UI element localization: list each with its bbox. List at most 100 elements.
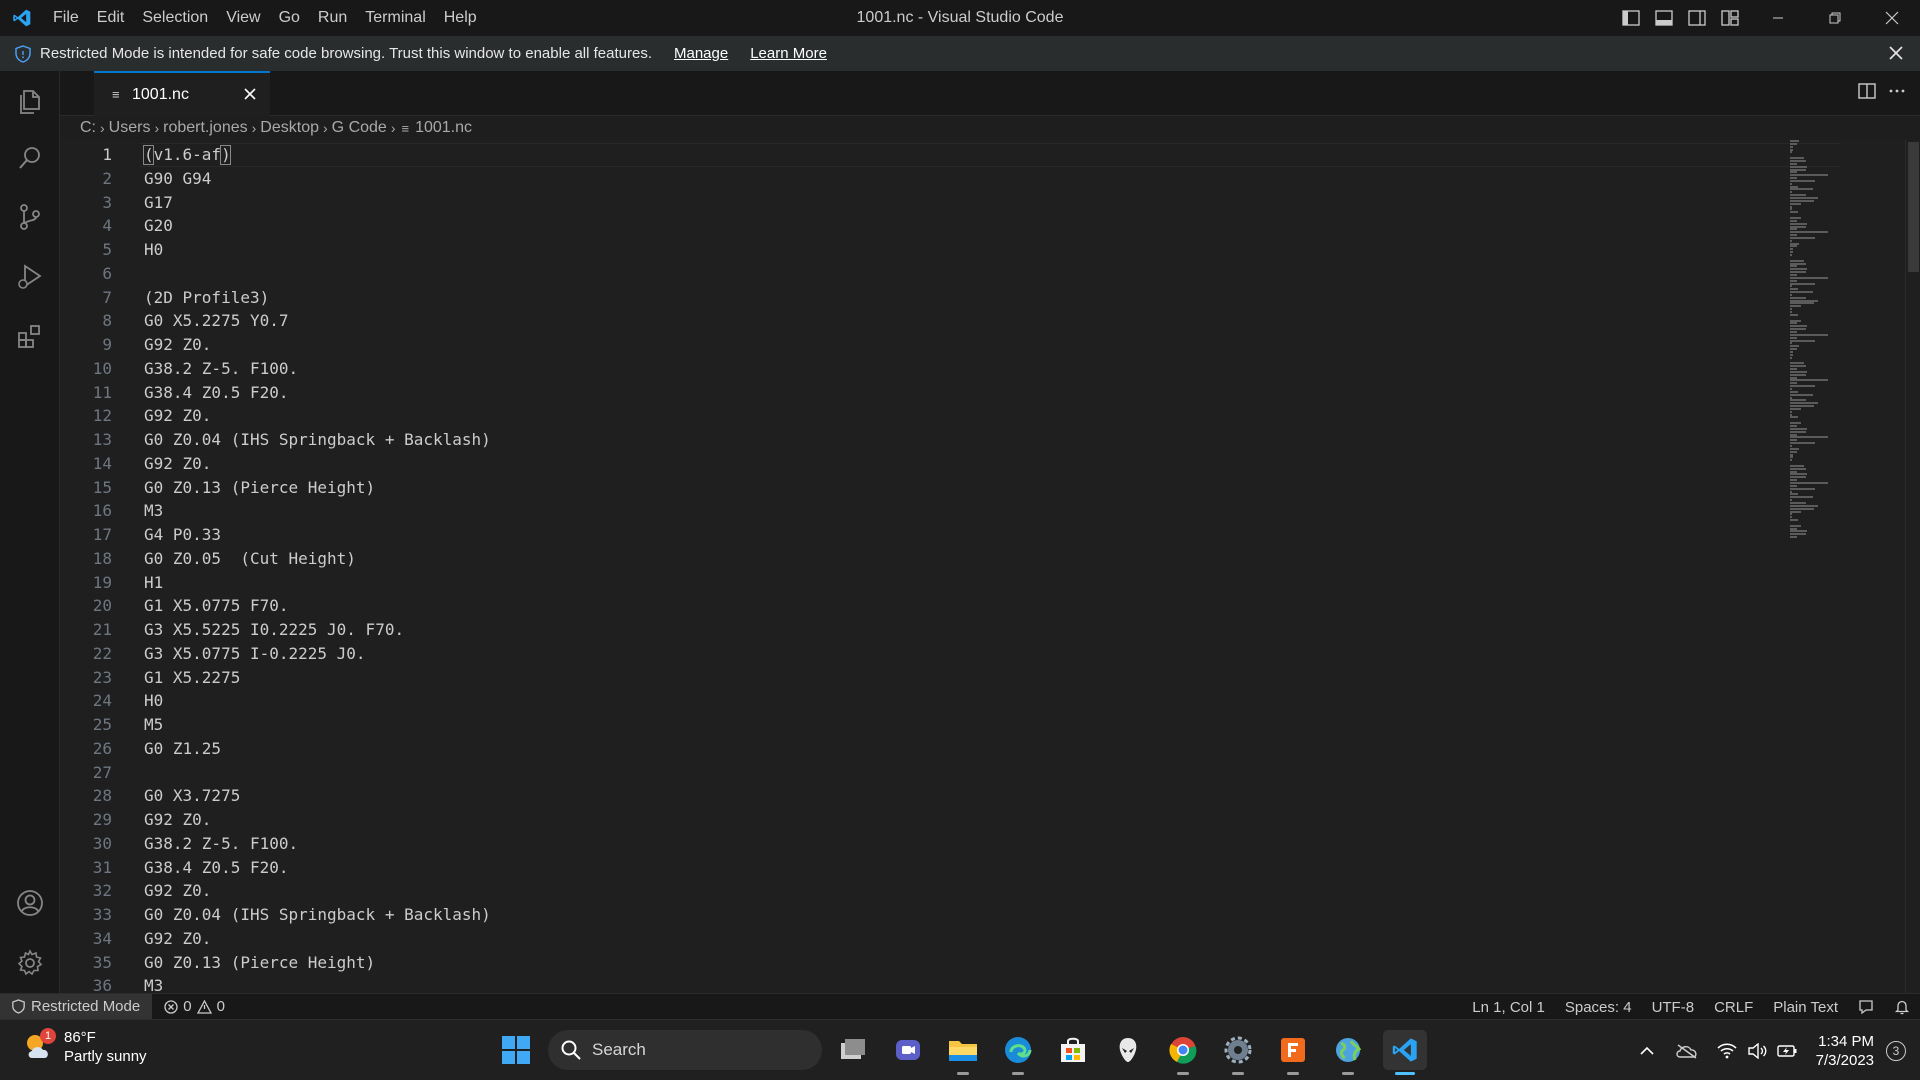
learn-more-link[interactable]: Learn More (750, 45, 827, 62)
menu-selection[interactable]: Selection (133, 0, 217, 36)
run-and-debug-icon[interactable] (0, 249, 60, 305)
toggle-secondary-sidebar-icon[interactable] (1684, 6, 1709, 31)
menu-run[interactable]: Run (309, 0, 356, 36)
code-line[interactable]: 21 G3 X5.5225 I0.2225 J0. F70. (60, 618, 1760, 642)
breadcrumb-user[interactable]: robert.jones (163, 119, 248, 137)
menu-go[interactable]: Go (270, 0, 309, 36)
code-line[interactable]: 1 (v1.6-af) (60, 143, 1840, 167)
code-line[interactable]: 30 G38.2 Z-5. F100. (60, 832, 1760, 856)
feedback-icon[interactable] (1858, 999, 1874, 1015)
code-line[interactable]: 24 H0 (60, 689, 1760, 713)
taskbar-search[interactable]: Search (548, 1030, 822, 1070)
onedrive-offline-icon[interactable] (1672, 1036, 1702, 1066)
code-line[interactable]: 8 G0 X5.2275 Y0.7 (60, 309, 1760, 333)
volume-icon[interactable] (1742, 1036, 1772, 1066)
code-line[interactable]: 20 G1 X5.0775 F70. (60, 594, 1760, 618)
file-explorer-icon[interactable] (943, 1030, 983, 1075)
code-line[interactable]: 23 G1 X5.2275 (60, 666, 1760, 690)
language-mode-status[interactable]: Plain Text (1773, 999, 1838, 1016)
menu-edit[interactable]: Edit (88, 0, 134, 36)
close-tab-icon[interactable] (240, 84, 260, 104)
code-line[interactable]: 9 G92 Z0. (60, 333, 1760, 357)
minimap[interactable] (1790, 140, 1840, 540)
close-banner-icon[interactable] (1884, 41, 1908, 65)
battery-charging-icon[interactable] (1772, 1036, 1802, 1066)
indentation-status[interactable]: Spaces: 4 (1565, 999, 1632, 1016)
extensions-icon[interactable] (0, 309, 60, 365)
minimize-icon[interactable] (1749, 0, 1806, 36)
accounts-icon[interactable] (0, 875, 60, 931)
code-line[interactable]: 11 G38.4 Z0.5 F20. (60, 381, 1760, 405)
code-line[interactable]: 27 (60, 761, 1760, 785)
edge-browser-icon[interactable] (998, 1030, 1038, 1075)
search-icon[interactable] (0, 130, 60, 186)
globe-browser-icon[interactable] (1328, 1030, 1368, 1075)
code-line[interactable]: 34 G92 Z0. (60, 927, 1760, 951)
vertical-scrollbar[interactable] (1905, 140, 1920, 993)
toggle-primary-sidebar-icon[interactable] (1618, 6, 1643, 31)
manage-link[interactable]: Manage (674, 45, 728, 62)
scrollbar-thumb[interactable] (1908, 142, 1919, 272)
code-line[interactable]: 31 G38.4 Z0.5 F20. (60, 856, 1760, 880)
code-line[interactable]: 29 G92 Z0. (60, 808, 1760, 832)
code-line[interactable]: 28 G0 X3.7275 (60, 784, 1760, 808)
source-control-icon[interactable] (0, 189, 60, 245)
chrome-icon[interactable] (1163, 1030, 1203, 1075)
code-line[interactable]: 15 G0 Z0.13 (Pierce Height) (60, 476, 1760, 500)
breadcrumb-file[interactable]: 1001.nc (415, 119, 472, 137)
code-line[interactable]: 13 G0 Z0.04 (IHS Springback + Backlash) (60, 428, 1760, 452)
weather-widget[interactable]: 1 86°F Partly sunny (22, 1028, 147, 1066)
settings-icon[interactable] (1218, 1030, 1258, 1075)
code-line[interactable]: 10 G38.2 Z-5. F100. (60, 357, 1760, 381)
microsoft-store-icon[interactable] (1053, 1030, 1093, 1070)
code-line[interactable]: 26 G0 Z1.25 (60, 737, 1760, 761)
clock[interactable]: 1:34 PM 7/3/2023 (1816, 1032, 1874, 1070)
customize-layout-icon[interactable] (1717, 6, 1742, 31)
code-line[interactable]: 5 H0 (60, 238, 1760, 262)
code-line[interactable]: 25 M5 (60, 713, 1760, 737)
code-line[interactable]: 4 G20 (60, 214, 1760, 238)
code-line[interactable]: 2 G90 G94 (60, 167, 1760, 191)
code-line[interactable]: 6 (60, 262, 1760, 286)
alienware-icon[interactable] (1108, 1030, 1148, 1070)
menu-help[interactable]: Help (435, 0, 486, 36)
code-line[interactable]: 7 (2D Profile3) (60, 286, 1760, 310)
breadcrumb-gcode[interactable]: G Code (332, 119, 387, 137)
chevron-up-icon[interactable] (1632, 1036, 1662, 1066)
manage-gear-icon[interactable] (0, 935, 60, 991)
menu-terminal[interactable]: Terminal (356, 0, 434, 36)
start-button[interactable] (496, 1030, 536, 1070)
split-editor-icon[interactable] (1858, 83, 1876, 104)
restore-icon[interactable] (1806, 0, 1863, 36)
code-line[interactable]: 3 G17 (60, 191, 1760, 215)
code-line[interactable]: 32 G92 Z0. (60, 879, 1760, 903)
code-line[interactable]: 33 G0 Z0.04 (IHS Springback + Backlash) (60, 903, 1760, 927)
menu-file[interactable]: File (44, 0, 88, 36)
close-window-icon[interactable] (1863, 0, 1920, 36)
menu-view[interactable]: View (217, 0, 269, 36)
toggle-panel-icon[interactable] (1651, 6, 1676, 31)
vscode-taskbar-icon[interactable] (1383, 1030, 1427, 1075)
code-line[interactable]: 12 G92 Z0. (60, 404, 1760, 428)
breadcrumb-drive[interactable]: C: (80, 119, 96, 137)
teams-chat-icon[interactable] (888, 1030, 928, 1070)
code-editor[interactable]: 1 (v1.6-af) 2 G90 G94 3 G17 4 G20 5 H0 6 7 (2D Profi… (60, 140, 1920, 993)
code-line[interactable]: 19 H1 (60, 571, 1760, 595)
encoding-status[interactable]: UTF-8 (1652, 999, 1695, 1016)
wifi-icon[interactable] (1712, 1036, 1742, 1066)
explorer-icon[interactable] (0, 74, 60, 130)
task-view-icon[interactable] (833, 1030, 873, 1070)
code-line[interactable]: 36 M3 (60, 974, 1760, 993)
cursor-position[interactable]: Ln 1, Col 1 (1472, 999, 1545, 1016)
eol-status[interactable]: CRLF (1714, 999, 1753, 1016)
more-actions-icon[interactable] (1888, 83, 1906, 104)
code-line[interactable]: 35 G0 Z0.13 (Pierce Height) (60, 951, 1760, 975)
breadcrumb-users[interactable]: Users (109, 119, 151, 137)
code-line[interactable]: 16 M3 (60, 499, 1760, 523)
notifications-bell-icon[interactable] (1894, 999, 1910, 1015)
code-line[interactable]: 17 G4 P0.33 (60, 523, 1760, 547)
code-line[interactable]: 18 G0 Z0.05 (Cut Height) (60, 547, 1760, 571)
problems-status[interactable]: 0 0 (164, 998, 225, 1015)
breadcrumb-desktop[interactable]: Desktop (260, 119, 319, 137)
fusion-360-icon[interactable] (1273, 1030, 1313, 1075)
